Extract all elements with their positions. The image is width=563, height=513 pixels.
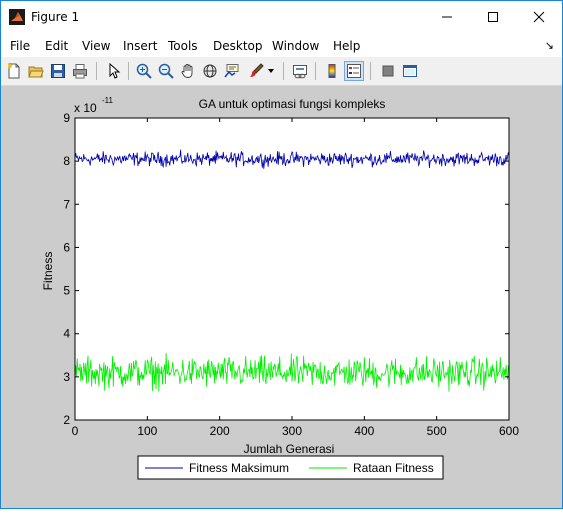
insert-legend-button[interactable]: [344, 61, 364, 81]
y-tick-label: 7: [63, 197, 70, 211]
menu-desktop[interactable]: Desktop: [213, 39, 263, 53]
link-plot-button[interactable]: [290, 61, 310, 81]
link-plot-icon: [293, 65, 307, 79]
menu-file[interactable]: File: [10, 39, 30, 53]
brush-icon: [250, 63, 264, 77]
hide-plot-tools-button[interactable]: [378, 61, 398, 81]
minimize-button[interactable]: [424, 1, 470, 33]
save-button[interactable]: [48, 61, 68, 81]
toolbar-separator: [96, 62, 97, 80]
figure-canvas[interactable]: GA untuk optimasi fungsi kompleks x 10 -…: [1, 86, 562, 508]
show-plot-tools-icon: [403, 65, 417, 77]
x-tick-label: 100: [137, 424, 157, 438]
legend[interactable]: Fitness Maksimum Rataan Fitness: [137, 455, 444, 480]
dropdown-arrow-icon: [268, 69, 274, 73]
x-tick-label: 200: [210, 424, 230, 438]
new-figure-icon: [8, 63, 20, 79]
maximize-icon: [488, 12, 498, 22]
x-tick-label: 500: [427, 424, 447, 438]
print-icon: [73, 64, 87, 79]
pan-button[interactable]: [178, 61, 198, 81]
matlab-logo-icon: [9, 9, 25, 25]
dock-arrow-icon[interactable]: ↘: [545, 39, 554, 52]
x-tick-label: 300: [282, 424, 302, 438]
y-tick-label: 4: [63, 327, 70, 341]
rotate-3d-button[interactable]: [200, 61, 220, 81]
insert-colorbar-icon: [328, 64, 336, 78]
maximize-button[interactable]: [470, 1, 516, 33]
show-plot-tools-button[interactable]: [400, 61, 420, 81]
toolbar-separator: [283, 62, 284, 80]
insert-colorbar-button[interactable]: [322, 61, 342, 81]
zoom-out-icon: [158, 63, 174, 79]
legend-label-fitness-maksimum: Fitness Maksimum: [189, 461, 289, 475]
y-exponent-value: -11: [102, 96, 114, 105]
y-tick-label: 3: [63, 370, 70, 384]
y-exponent-label: x 10: [74, 101, 97, 115]
edit-plot-button[interactable]: [104, 61, 124, 81]
x-axis-label: Jumlah Generasi: [244, 442, 335, 456]
close-button[interactable]: [516, 1, 562, 33]
title-bar[interactable]: Figure 1: [1, 1, 562, 33]
menu-tools[interactable]: Tools: [168, 39, 198, 53]
chart-title: GA untuk optimasi fungsi kompleks: [199, 97, 386, 111]
y-tick-label: 2: [63, 413, 70, 427]
new-figure-button[interactable]: [4, 61, 24, 81]
figure-toolbar: [1, 57, 562, 86]
open-file-icon: [28, 66, 44, 78]
window-title: Figure 1: [31, 10, 80, 24]
figure-window: Figure 1 File Edit View Insert Tools Des…: [0, 0, 563, 509]
toolbar-separator: [128, 62, 129, 80]
insert-legend-icon: [347, 64, 361, 78]
brush-button[interactable]: [246, 61, 266, 81]
axes[interactable]: 0 100 200 300 400 500 600 2 3 4 5 6 7 8 9: [63, 111, 519, 438]
menu-insert[interactable]: Insert: [123, 39, 157, 53]
menu-bar: File Edit View Insert Tools Desktop Wind…: [1, 33, 562, 57]
y-tick-label: 6: [63, 240, 70, 254]
y-axis-label: Fitness: [41, 252, 55, 291]
data-cursor-icon: [224, 64, 239, 78]
menu-window[interactable]: Window: [272, 39, 319, 53]
x-tick-label: 0: [72, 424, 79, 438]
y-tick-label: 8: [63, 154, 70, 168]
open-file-button[interactable]: [26, 61, 46, 81]
pan-hand-icon: [181, 64, 193, 78]
brush-dropdown[interactable]: [266, 61, 276, 81]
data-cursor-button[interactable]: [222, 61, 242, 81]
minimize-icon: [442, 16, 452, 18]
y-tick-label: 5: [63, 284, 70, 298]
x-tick-label: 400: [354, 424, 374, 438]
x-tick-label: 600: [499, 424, 519, 438]
hide-plot-tools-icon: [382, 65, 394, 77]
rotate-3d-icon: [203, 64, 217, 78]
menu-edit[interactable]: Edit: [45, 39, 68, 53]
print-button[interactable]: [70, 61, 90, 81]
menu-view[interactable]: View: [82, 39, 110, 53]
edit-plot-arrow-icon: [109, 63, 121, 79]
save-icon: [51, 64, 65, 78]
y-tick-label: 9: [63, 111, 70, 125]
toolbar-separator: [370, 62, 371, 80]
chart-svg[interactable]: GA untuk optimasi fungsi kompleks x 10 -…: [1, 86, 562, 508]
close-icon: [533, 11, 545, 23]
legend-label-rataan-fitness: Rataan Fitness: [353, 461, 434, 475]
menu-help[interactable]: Help: [333, 39, 360, 53]
toolbar-separator: [315, 62, 316, 80]
zoom-in-button[interactable]: [134, 61, 154, 81]
zoom-out-button[interactable]: [156, 61, 176, 81]
zoom-in-icon: [136, 63, 152, 79]
